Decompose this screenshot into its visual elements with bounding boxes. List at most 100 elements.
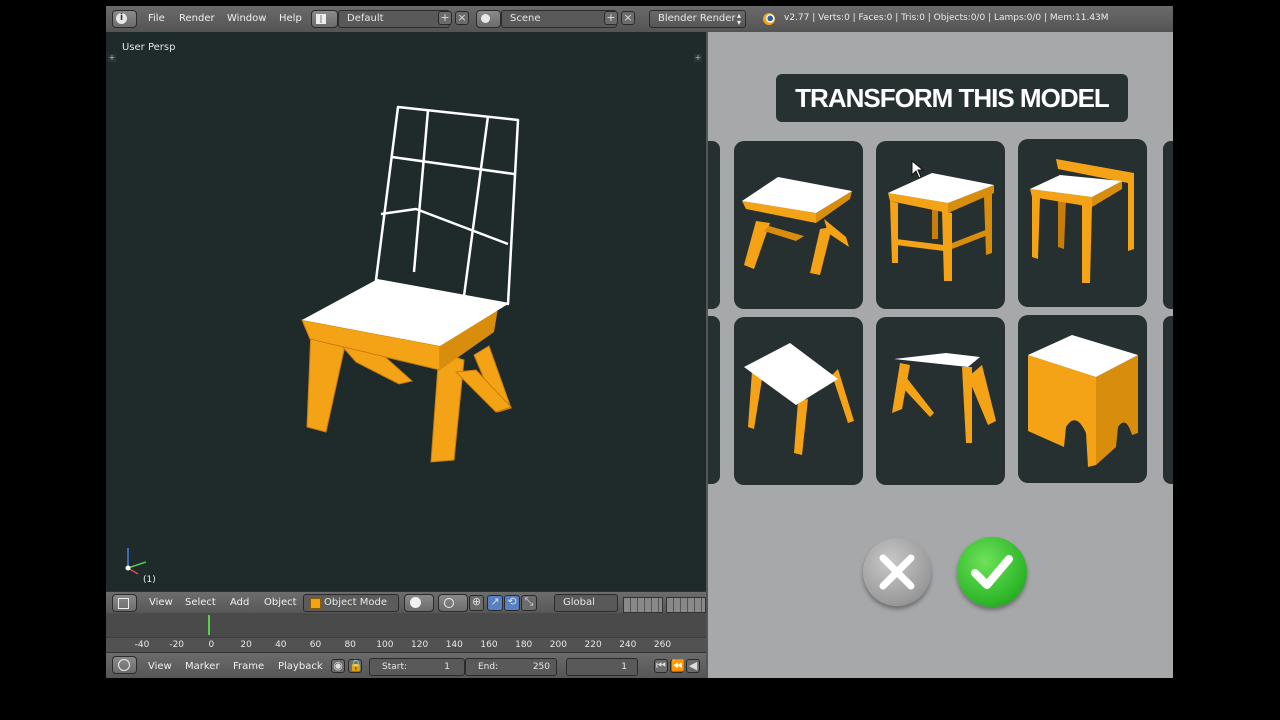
transform-panel: TRANSFORM THIS MODEL <box>706 32 1173 678</box>
mode-cube-icon <box>310 598 321 609</box>
option-card-stool-x-legs[interactable] <box>734 141 863 309</box>
timeline-tick-label: -20 <box>169 640 185 650</box>
timeline-tick-label: 200 <box>549 640 567 650</box>
add-scene-icon[interactable]: + <box>604 11 618 25</box>
chair-model[interactable] <box>106 32 706 591</box>
view3d-menu-object[interactable]: Object <box>264 597 297 608</box>
start-frame-label: Start: <box>382 662 408 672</box>
timeline-tick-label: 140 <box>445 640 463 650</box>
transform-orientation-select[interactable]: Global <box>554 594 618 612</box>
translate-manipulator-icon[interactable]: ↗ <box>487 595 503 611</box>
3d-viewport[interactable]: User Persp + + (1) <box>106 32 706 591</box>
view3d-menu-select[interactable]: Select <box>185 597 216 608</box>
viewport-shading-button[interactable] <box>404 594 434 612</box>
rotate-manipulator-icon[interactable]: ⟲ <box>504 595 520 611</box>
jump-prev-keyframe-icon[interactable]: ⏪ <box>670 659 685 673</box>
jump-start-icon[interactable]: ⏮ <box>654 659 668 673</box>
layout-selector-button[interactable] <box>311 10 338 28</box>
next-option-peek[interactable] <box>1163 141 1173 309</box>
current-frame-value: 1 <box>621 662 627 672</box>
layout-name-field[interactable]: Default <box>338 10 450 28</box>
menu-file[interactable]: File <box>148 13 165 24</box>
timeline-tick-label: 0 <box>208 640 215 650</box>
blender-logo-icon <box>763 13 775 25</box>
next-option-peek-row2[interactable] <box>1163 316 1173 484</box>
layer-buttons-b[interactable] <box>666 597 706 613</box>
option-card-stool-arched-base[interactable] <box>1018 315 1147 483</box>
current-frame-marker[interactable] <box>208 615 210 635</box>
view3d-menu-add[interactable]: Add <box>230 597 249 608</box>
editor-type-button[interactable]: i <box>112 10 137 28</box>
timeline-tick-label: 60 <box>309 640 322 650</box>
start-frame-value: 1 <box>444 662 450 672</box>
x-icon <box>879 554 915 590</box>
blender-window: i File Render Window Help Default + × Sc… <box>106 6 1173 678</box>
render-engine-select[interactable]: Blender Render <box>649 10 746 28</box>
timeline-tick-label: 20 <box>240 640 252 650</box>
menu-help[interactable]: Help <box>279 13 302 24</box>
timeline-tick-label: 180 <box>515 640 533 650</box>
panel-banner: TRANSFORM THIS MODEL <box>776 74 1128 122</box>
timeline-tick-label: -40 <box>134 640 150 650</box>
record-icon[interactable]: ◉ <box>331 659 345 673</box>
timeline-editor-type-button[interactable] <box>112 656 137 674</box>
timeline-track[interactable] <box>106 613 706 638</box>
scale-manipulator-icon[interactable]: ⤡ <box>521 595 537 611</box>
object-mode-select[interactable]: Object Mode <box>303 594 399 612</box>
timeline-menu-view[interactable]: View <box>148 661 172 672</box>
pivot-icon <box>444 598 454 608</box>
timeline-tick-label: 40 <box>275 640 287 650</box>
option-card-table-panel[interactable] <box>1018 139 1147 307</box>
cube-icon <box>118 598 129 609</box>
timeline-tick-label: 260 <box>653 640 672 650</box>
prev-option-peek[interactable] <box>708 141 720 309</box>
frame-number-label: (1) <box>143 575 156 585</box>
timeline-tick-label: 120 <box>411 640 429 650</box>
view3d-header: View Select Add Object Object Mode ⊕ ↗ ⟲… <box>106 591 706 614</box>
timeline-header: View Marker Frame Playback ◉ 🔒 Start: 1 … <box>106 652 706 678</box>
axis-gizmo <box>125 548 147 575</box>
mouse-cursor-icon <box>911 160 925 179</box>
play-reverse-icon[interactable]: ◀ <box>686 659 700 673</box>
remove-layout-icon[interactable]: × <box>455 11 469 25</box>
end-frame-label: End: <box>478 662 499 672</box>
option-card-stool-tapered[interactable] <box>734 317 863 485</box>
timeline-tick-label: 220 <box>584 640 602 650</box>
end-frame-field[interactable]: End: 250 <box>465 658 557 676</box>
info-header: i File Render Window Help Default + × Sc… <box>106 6 1173 33</box>
object-mode-label: Object Mode <box>324 597 387 608</box>
layout-icon <box>316 14 326 24</box>
view3d-editor-type-button[interactable] <box>112 594 137 612</box>
cancel-button[interactable] <box>863 538 931 606</box>
scene-stats: v2.77 | Verts:0 | Faces:0 | Tris:0 | Obj… <box>784 13 1109 23</box>
start-frame-field[interactable]: Start: 1 <box>369 658 465 676</box>
chair-backrest-wireframe <box>374 105 520 306</box>
menu-window[interactable]: Window <box>227 13 266 24</box>
layer-buttons-a[interactable] <box>623 597 663 613</box>
option-card-table-braced[interactable] <box>876 141 1005 309</box>
confirm-button[interactable] <box>957 537 1027 607</box>
scene-selector-button[interactable] <box>476 10 501 28</box>
chevron-updown-icon: ▴ ▾ <box>737 11 742 27</box>
end-frame-value: 250 <box>532 662 550 672</box>
info-icon: i <box>116 13 127 24</box>
manipulator-toggle-icon[interactable]: ⊕ <box>469 595 484 611</box>
timeline-menu-marker[interactable]: Marker <box>185 661 220 672</box>
timeline-editor[interactable]: -40 -20 0 20 40 60 80 100 120 140 160 180 200 220 240 2… <box>106 613 706 652</box>
timeline-tick-label: 160 <box>480 640 498 650</box>
checkmark-icon <box>971 555 1013 589</box>
timeline-menu-frame[interactable]: Frame <box>233 661 264 672</box>
add-layout-icon[interactable]: + <box>438 11 452 25</box>
current-frame-field[interactable]: 1 <box>566 658 638 676</box>
scene-name-field[interactable]: Scene <box>501 10 617 28</box>
clock-icon <box>118 659 130 671</box>
option-card-stool-angled-legs[interactable] <box>876 317 1005 485</box>
timeline-menu-playback[interactable]: Playback <box>278 661 323 672</box>
prev-option-peek-row2[interactable] <box>708 316 720 484</box>
timeline-tick-label: 100 <box>376 640 394 650</box>
pivot-point-button[interactable] <box>438 594 468 612</box>
view3d-menu-view[interactable]: View <box>149 597 173 608</box>
remove-scene-icon[interactable]: × <box>621 11 635 25</box>
menu-render[interactable]: Render <box>179 13 215 24</box>
lock-icon[interactable]: 🔒 <box>348 659 363 673</box>
